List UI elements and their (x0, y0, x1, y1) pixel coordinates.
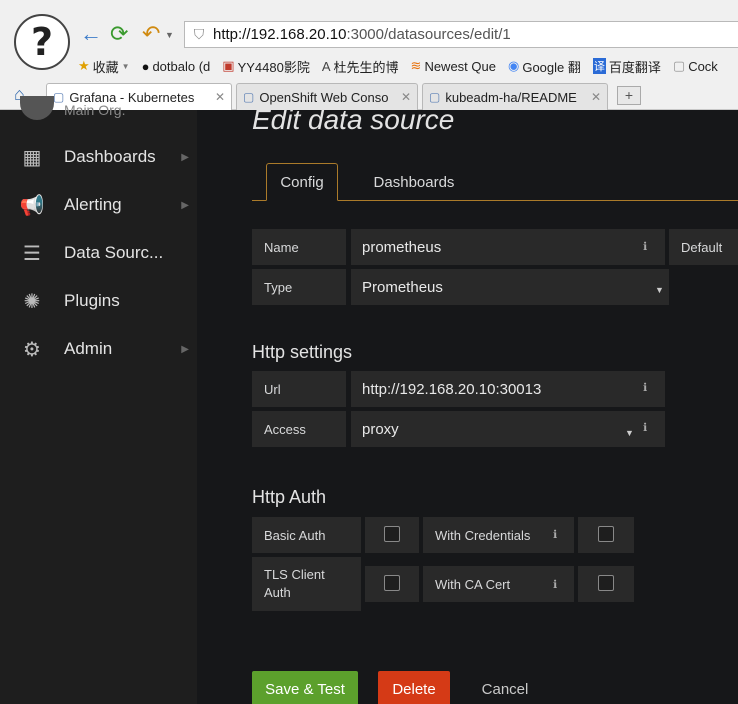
sidebar-item-admin[interactable]: ⚙ Admin ▶ (0, 331, 197, 367)
url-label: Url (252, 371, 346, 407)
info-icon[interactable]: ℹ (643, 381, 647, 394)
close-icon[interactable]: ✕ (214, 90, 225, 104)
chevron-right-icon: ▶ (181, 343, 189, 355)
page-icon: ▢ (53, 90, 65, 104)
tab-dashboards[interactable]: Dashboards (359, 163, 469, 201)
translate-icon: 译 (592, 58, 606, 74)
stackoverflow-icon: ≋ (410, 58, 422, 73)
bookmark-item[interactable]: ★ 收藏 ▼ (78, 55, 130, 77)
sidebar-item-alerting[interactable]: 📢 Alerting ▶ (0, 187, 197, 223)
address-path: :3000/datasources/edit/1 (346, 26, 511, 43)
default-label: Default (669, 229, 738, 265)
info-icon[interactable]: ℹ (643, 240, 647, 253)
main-panel: Edit data source Config Dashboards Name … (197, 104, 738, 704)
shield-icon: ⛉ (193, 26, 205, 42)
tab-config[interactable]: Config (266, 163, 338, 201)
caret-down-icon: ▼ (655, 285, 664, 295)
sidebar-item-label: Alerting (64, 195, 122, 214)
chevron-right-icon: ▶ (181, 151, 189, 163)
bookmark-item[interactable]: ▢ Cock (673, 55, 718, 77)
sidebar: Main Org. ▦ Dashboards ▶ 📢 Alerting ▶ ☰ … (0, 96, 197, 704)
org-name: Main Org. (64, 102, 126, 118)
sidebar-item-datasources[interactable]: ☰ Data Sourc... (0, 235, 197, 271)
bookmark-item[interactable]: ▣ YY4480影院 (222, 55, 310, 77)
delete-button[interactable]: Delete (378, 671, 450, 704)
type-label: Type (252, 269, 346, 305)
undo-icon[interactable]: ↶ (142, 22, 160, 46)
new-tab-button[interactable]: + (617, 86, 641, 105)
site-icon: ▣ (222, 58, 235, 73)
info-icon[interactable]: ℹ (553, 528, 557, 541)
basic-auth-cell (365, 517, 419, 553)
basic-auth-label: Basic Auth (252, 517, 361, 553)
page-icon: ▢ (429, 90, 441, 104)
with-credentials-checkbox[interactable] (598, 526, 614, 542)
site-icon: A (321, 58, 331, 74)
access-label: Access (252, 411, 346, 447)
google-icon: ◉ (507, 58, 520, 73)
cancel-button[interactable]: Cancel (467, 671, 543, 704)
plugins-icon: ✺ (23, 290, 41, 313)
tls-client-auth-label: TLS Client Auth (252, 557, 361, 611)
address-host: http://192.168.20.10 (213, 26, 347, 43)
gear-icon: ⚙ (23, 338, 41, 361)
star-icon: ★ (78, 58, 90, 73)
refresh-icon[interactable]: ⟳ (110, 22, 128, 46)
http-auth-heading: Http Auth (252, 487, 327, 507)
sidebar-item-dashboards[interactable]: ▦ Dashboards ▶ (0, 139, 197, 175)
chevron-right-icon: ▶ (181, 199, 189, 211)
bookmark-item[interactable]: ◉ Google 翻 (508, 55, 581, 77)
info-icon[interactable]: ℹ (643, 421, 647, 434)
basic-auth-checkbox[interactable] (384, 526, 400, 542)
sidebar-item-plugins[interactable]: ✺ Plugins (0, 283, 197, 319)
type-select[interactable]: Prometheus (351, 269, 669, 305)
bookmark-item[interactable]: A 杜先生的博 (322, 55, 399, 77)
url-input[interactable]: http://192.168.20.10:30013 (351, 371, 665, 407)
undo-menu-chevron-down-icon[interactable]: ▼ (165, 30, 174, 40)
access-select[interactable]: proxy (351, 411, 665, 447)
save-test-button[interactable]: Save & Test (252, 671, 358, 704)
name-input[interactable]: prometheus (351, 229, 665, 265)
bookmark-item[interactable]: ≋ Newest Que (411, 55, 496, 77)
database-icon: ☰ (23, 242, 41, 265)
sidebar-item-label: Plugins (64, 291, 120, 310)
sidebar-item-label: Admin (64, 339, 113, 358)
with-ca-cert-checkbox[interactable] (598, 575, 614, 591)
with-credentials-cell (578, 517, 634, 553)
with-ca-cert-label: With CA Cert (423, 566, 574, 602)
browser-logo-icon: ? (14, 14, 70, 70)
bookmarks-bar: ★ 收藏 ▼ ● dotbalo (d ▣ YY4480影院 A 杜先生的博 ≋ Newes… (78, 55, 718, 77)
caret-down-icon: ▼ (625, 428, 634, 438)
with-ca-cert-cell (578, 566, 634, 602)
tls-client-auth-checkbox[interactable] (384, 575, 400, 591)
github-icon: ● (141, 58, 150, 74)
sidebar-item-label: Data Sourc... (64, 243, 164, 262)
dashboards-icon: ▦ (22, 146, 42, 169)
megaphone-icon: 📢 (19, 194, 45, 217)
page-icon: ▢ (672, 58, 686, 73)
address-bar[interactable]: ⛉ http://192.168.20.10:3000/datasources/… (184, 21, 738, 48)
browser-chrome: ? ← ⟳ ↶ ▼ ⛉ http://192.168.20.10:3000/da… (0, 0, 738, 110)
info-icon[interactable]: ℹ (553, 578, 557, 591)
avatar[interactable] (20, 96, 54, 120)
name-label: Name (252, 229, 346, 265)
tls-client-auth-cell (365, 566, 419, 602)
bookmark-item[interactable]: 译百度翻译 (592, 55, 661, 77)
page-icon: ▢ (243, 90, 255, 104)
close-icon[interactable]: ✕ (400, 90, 411, 104)
back-icon[interactable]: ← (80, 22, 102, 46)
close-icon[interactable]: ✕ (590, 90, 601, 104)
sidebar-item-label: Dashboards (64, 147, 156, 166)
bookmark-item[interactable]: ● dotbalo (d (142, 55, 211, 77)
with-credentials-label: With Credentials (423, 517, 574, 553)
http-settings-heading: Http settings (252, 342, 353, 362)
page-title: Edit data source (252, 104, 455, 135)
